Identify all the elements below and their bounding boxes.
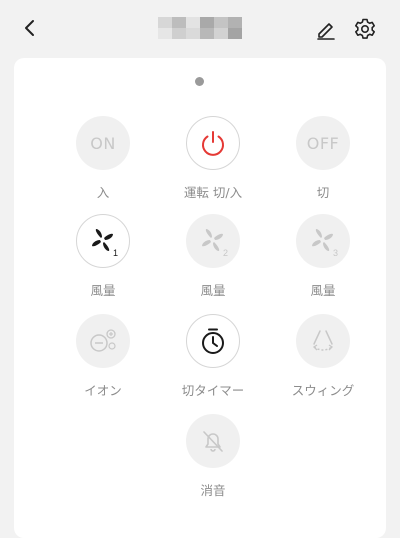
off-button-text: OFF: [306, 133, 340, 153]
device-title-obscured: [158, 17, 242, 39]
fan-speed-1-number: 1: [113, 248, 118, 258]
settings-button[interactable]: [353, 17, 377, 41]
edit-icon: [317, 23, 335, 40]
control-off-timer: 切タイマー: [159, 314, 269, 410]
control-mute: 消音: [159, 414, 269, 510]
on-button[interactable]: ON: [76, 116, 130, 170]
on-label: 入: [96, 185, 110, 200]
fan-icon: 1: [92, 229, 118, 258]
mute-label: 消音: [200, 483, 226, 498]
off-timer-button[interactable]: [186, 314, 240, 368]
off-label: 切: [316, 185, 330, 200]
ion-button[interactable]: [76, 314, 130, 368]
fan-speed-1-label: 風量: [90, 283, 116, 298]
mute-button[interactable]: [186, 414, 240, 468]
ion-icon: [90, 329, 116, 352]
back-button[interactable]: [18, 16, 42, 40]
page-indicator: [195, 77, 204, 86]
swing-button[interactable]: [296, 314, 350, 368]
fan-speed-2-label: 風量: [200, 283, 226, 298]
on-button-text: ON: [90, 133, 116, 153]
top-bar: [0, 0, 400, 50]
power-icon: [202, 131, 224, 156]
back-icon: [25, 20, 34, 36]
control-fan-speed-1: 1 風量: [49, 214, 159, 310]
edit-button[interactable]: [314, 17, 338, 41]
control-fan-speed-3: 3 風量: [269, 214, 379, 310]
fan-speed-3-label: 風量: [310, 283, 336, 298]
fan-speed-3-button[interactable]: 3: [296, 214, 350, 268]
fan-icon: 3: [312, 229, 338, 258]
settings-icon: [355, 18, 375, 39]
power-label: 運転 切/入: [183, 185, 243, 200]
control-swing: スウィング: [269, 314, 379, 410]
swing-label: スウィング: [291, 383, 355, 398]
fan-icon: 2: [202, 229, 228, 258]
control-off: OFF 切: [269, 116, 379, 212]
fan-speed-2-button[interactable]: 2: [186, 214, 240, 268]
off-button[interactable]: OFF: [296, 116, 350, 170]
control-power: 運転 切/入: [159, 116, 269, 212]
fan-speed-1-button[interactable]: 1: [76, 214, 130, 268]
timer-icon: [202, 328, 224, 354]
control-on: ON 入: [49, 116, 159, 212]
control-fan-speed-2: 2 風量: [159, 214, 269, 310]
swing-icon: [312, 330, 334, 351]
fan-speed-3-number: 3: [333, 248, 338, 258]
fan-speed-2-number: 2: [223, 248, 228, 258]
control-ion: イオン: [49, 314, 159, 410]
off-timer-label: 切タイマー: [181, 383, 245, 398]
mute-icon: [203, 431, 223, 452]
remote-control-panel: ON 入 運転 切/入 OFF 切 1 風量 2 風量 3 風量 イオン 切タイ…: [14, 58, 386, 538]
ion-label: イオン: [84, 383, 122, 398]
power-toggle-button[interactable]: [186, 116, 240, 170]
